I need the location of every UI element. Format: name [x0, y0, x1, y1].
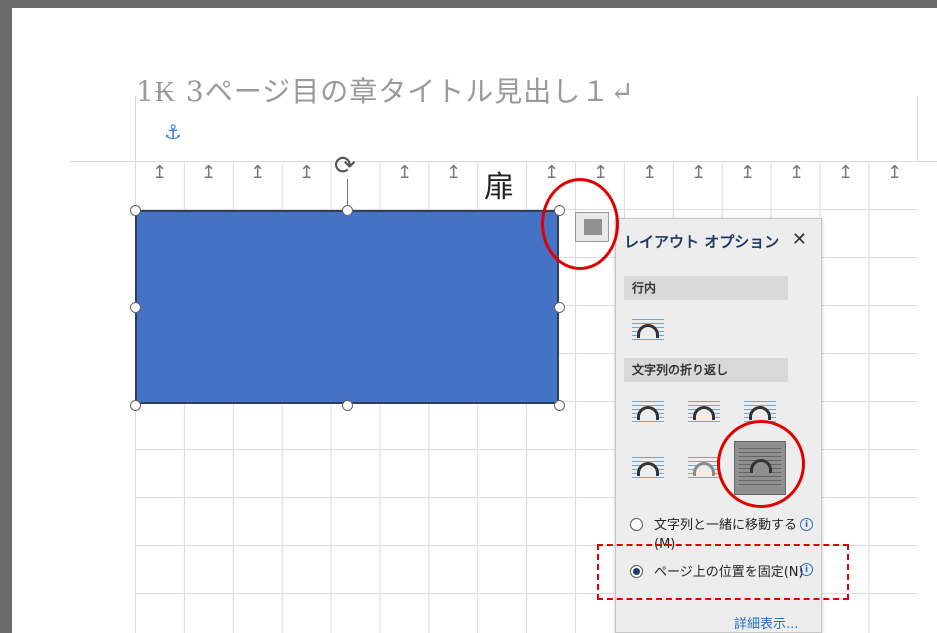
paragraph-mark: ↥: [446, 162, 462, 183]
paragraph-mark: ↥: [544, 162, 560, 183]
resize-handle-right[interactable]: [554, 302, 565, 313]
section-wrap-header: 文字列の折り返し: [624, 358, 788, 382]
chapter-heading[interactable]: 1₭ 3ページ目の章タイトル見出し１↵: [136, 70, 635, 110]
annotation-dashed-box: [597, 544, 849, 600]
resize-handle-bottom-right[interactable]: [554, 400, 565, 411]
resize-handle-top-left[interactable]: [130, 205, 141, 216]
paragraph-mark: ↥: [887, 162, 903, 183]
header-margin-left: [135, 96, 136, 161]
details-link[interactable]: 詳細表示...: [734, 613, 798, 632]
paragraph-mark: ↥: [201, 162, 217, 183]
paragraph-mark: ↥: [152, 162, 168, 183]
resize-handle-left[interactable]: [130, 302, 141, 313]
anchor-icon: ⚓: [164, 120, 182, 144]
header-margin-right: [917, 96, 918, 161]
blue-rectangle-shape[interactable]: [135, 210, 559, 404]
resize-handle-bottom[interactable]: [342, 400, 353, 411]
annotation-circle-selected-wrap: [717, 420, 805, 508]
rotate-handle-icon[interactable]: ⟳: [334, 151, 356, 181]
wrap-square-option[interactable]: [628, 395, 668, 431]
paragraph-mark: ↥: [593, 162, 609, 183]
paragraph-mark: ↥: [250, 162, 266, 183]
wrap-tight-option[interactable]: [684, 395, 724, 431]
paragraph-mark: ↥: [642, 162, 658, 183]
paragraph-mark: ↥: [397, 162, 413, 183]
close-icon[interactable]: ✕: [792, 229, 807, 250]
resize-handle-top[interactable]: [342, 205, 353, 216]
paragraph-mark: ↥: [691, 162, 707, 183]
paragraph-mark: ↥: [789, 162, 805, 183]
radio-button[interactable]: [630, 518, 643, 531]
resize-handle-bottom-left[interactable]: [130, 400, 141, 411]
panel-title: レイアウト オプション: [624, 233, 780, 251]
wrap-top-bottom-option[interactable]: [628, 451, 668, 487]
document-page[interactable]: 1₭ 3ページ目の章タイトル見出し１↵ ⚓ ↥ ↥ ↥ ↥ ↥ ↥ ↥ ↥ ↥ …: [12, 8, 937, 633]
section-inline-header: 行内: [624, 276, 788, 300]
info-icon[interactable]: i: [800, 518, 813, 531]
paragraph-mark: ↥: [838, 162, 854, 183]
inline-with-text-option[interactable]: [628, 313, 668, 349]
chapter-heading-text: 1₭ 3ページ目の章タイトル見出し１↵: [136, 75, 635, 108]
paragraph-mark: ↥: [299, 162, 315, 183]
door-character: 扉: [484, 170, 514, 205]
annotation-circle-layout-button: [541, 178, 619, 270]
paragraph-mark: ↥: [740, 162, 756, 183]
